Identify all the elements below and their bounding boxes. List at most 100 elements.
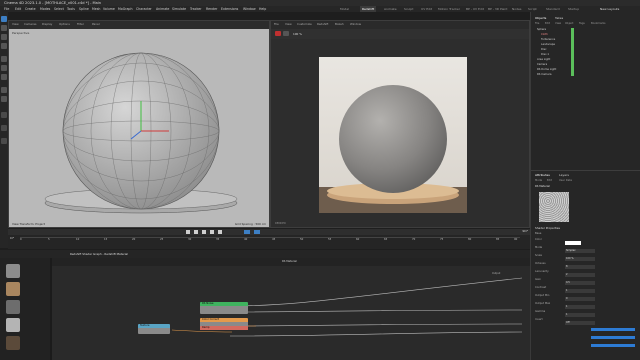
object-row[interactable]: Landscape bbox=[541, 43, 555, 46]
menu-item-simulate[interactable]: Simulate bbox=[172, 6, 186, 12]
objects-menu-view[interactable]: View bbox=[555, 22, 561, 25]
viewport-menu-panel[interactable]: Panel bbox=[92, 22, 100, 26]
move-tool-icon[interactable] bbox=[1, 16, 7, 22]
polygons-mode-icon[interactable] bbox=[1, 74, 7, 80]
attributes-menu-edit[interactable]: Edit bbox=[547, 179, 552, 182]
menu-item-volume[interactable]: Volume bbox=[103, 6, 115, 12]
next-frame-icon[interactable] bbox=[210, 230, 214, 234]
material-thumbnail[interactable] bbox=[6, 282, 20, 296]
attr-field[interactable]: 0.5 bbox=[565, 281, 595, 285]
menu-item-character[interactable]: Character bbox=[136, 6, 152, 12]
points-mode-icon[interactable] bbox=[1, 56, 7, 62]
material-thumbnail[interactable] bbox=[6, 264, 20, 278]
slider-bar[interactable] bbox=[591, 328, 635, 331]
menu-item-mesh[interactable]: Mesh bbox=[92, 6, 100, 12]
attr-field[interactable]: 100 % bbox=[565, 257, 595, 261]
prev-frame-icon[interactable] bbox=[194, 230, 198, 234]
node-graph-canvas[interactable]: RS Noise Color Correct Ramp Texture Outp… bbox=[52, 266, 530, 360]
menu-item-select[interactable]: Select bbox=[54, 6, 64, 12]
menu-item-create[interactable]: Create bbox=[25, 6, 36, 12]
material-thumbnail[interactable] bbox=[6, 318, 20, 332]
layout-tab-redshift[interactable]: Redshift bbox=[360, 6, 377, 12]
menu-item-render[interactable]: Render bbox=[206, 6, 217, 12]
attr-field[interactable]: Off bbox=[565, 321, 595, 325]
record-icon[interactable] bbox=[244, 230, 250, 234]
zoom-value[interactable]: 100 % bbox=[293, 32, 302, 36]
select-tool-icon[interactable] bbox=[1, 43, 7, 49]
viewport-menu-view[interactable]: View bbox=[12, 22, 19, 26]
layout-tab-nodes[interactable]: Nodes bbox=[512, 6, 521, 12]
menu-item-window[interactable]: Window bbox=[243, 6, 256, 12]
attr-field[interactable]: 8 bbox=[565, 265, 595, 269]
attr-field[interactable]: 1 bbox=[565, 305, 595, 309]
edges-mode-icon[interactable] bbox=[1, 65, 7, 71]
render-menu-view[interactable]: View bbox=[285, 22, 292, 26]
render-menu-redshift[interactable]: Redshift bbox=[317, 22, 328, 26]
viewport-menu-options[interactable]: Options bbox=[59, 22, 70, 26]
render-menu-bokeh[interactable]: Bokeh bbox=[335, 22, 344, 26]
stop-render-icon[interactable] bbox=[275, 31, 281, 36]
attr-field[interactable]: 1 bbox=[565, 313, 595, 317]
material-thumbnail[interactable] bbox=[6, 300, 20, 314]
viewport-menu-filter[interactable]: Filter bbox=[77, 22, 84, 26]
object-row[interactable]: RS Camera bbox=[537, 73, 551, 76]
output-node-label[interactable]: Output bbox=[492, 272, 500, 275]
tab-layers[interactable]: Layers bbox=[559, 173, 569, 177]
attributes-menu-mode[interactable]: Mode bbox=[535, 179, 542, 182]
attr-field[interactable]: 1 bbox=[565, 289, 595, 293]
current-frame[interactable]: 0 F bbox=[10, 237, 14, 240]
layout-tab-motion-tracker[interactable]: Motion Tracker bbox=[438, 6, 460, 12]
object-row[interactable]: RS Dome Light bbox=[537, 68, 556, 71]
snap-icon[interactable] bbox=[1, 112, 7, 118]
layout-tab-model[interactable]: Model bbox=[340, 6, 349, 12]
menu-item-spline[interactable]: Spline bbox=[79, 6, 89, 12]
visibility-dots[interactable] bbox=[571, 28, 574, 76]
menu-item-animate[interactable]: Animate bbox=[156, 6, 169, 12]
ramp-node[interactable]: Ramp bbox=[200, 326, 248, 332]
menu-item-tools[interactable]: Tools bbox=[67, 6, 75, 12]
rotate-tool-icon[interactable] bbox=[1, 34, 7, 40]
object-row[interactable]: Area Light bbox=[537, 58, 550, 61]
menu-item-help[interactable]: Help bbox=[259, 6, 266, 12]
color-swatch[interactable] bbox=[565, 241, 581, 245]
attr-field[interactable]: Simplex bbox=[565, 249, 595, 253]
objects-menu-object[interactable]: Object bbox=[565, 22, 573, 25]
object-row[interactable]: Disc.1 bbox=[541, 53, 549, 56]
texture-mode-icon[interactable] bbox=[1, 96, 7, 102]
timeline-ruler[interactable]: 0 5 10 15 20 25 30 35 40 45 50 55 60 65 … bbox=[20, 237, 520, 245]
slider-bar[interactable] bbox=[591, 336, 635, 339]
render-menu-file[interactable]: File bbox=[274, 22, 279, 26]
scale-tool-icon[interactable] bbox=[1, 25, 7, 31]
layout-tab-uv-edit[interactable]: UV Edit bbox=[421, 6, 432, 12]
model-mode-icon[interactable] bbox=[1, 87, 7, 93]
objects-menu-tags[interactable]: Tags bbox=[579, 22, 585, 25]
autokey-icon[interactable] bbox=[254, 230, 260, 234]
attr-field[interactable]: 0 bbox=[565, 297, 595, 301]
render-menu-customize[interactable]: Customize bbox=[297, 22, 312, 26]
object-row[interactable]: Cloth bbox=[541, 33, 548, 36]
go-start-icon[interactable] bbox=[186, 230, 190, 234]
material-thumbnail[interactable] bbox=[6, 336, 20, 350]
attr-field[interactable]: 2 bbox=[565, 273, 595, 277]
menu-item-edit[interactable]: Edit bbox=[15, 6, 21, 12]
object-row[interactable]: Camera bbox=[537, 63, 547, 66]
perspective-viewport[interactable]: View Cameras Display Options Filter Pane… bbox=[8, 20, 270, 228]
texture-node[interactable]: Texture bbox=[138, 324, 170, 334]
play-icon[interactable] bbox=[202, 230, 206, 234]
slider-bar[interactable] bbox=[591, 344, 635, 347]
start-render-icon[interactable] bbox=[283, 31, 289, 36]
tab-attributes[interactable]: Attributes bbox=[535, 173, 550, 177]
layout-tab-bp-uv[interactable]: BP - UV Edit bbox=[466, 6, 484, 12]
render-menu-window[interactable]: Window bbox=[350, 22, 361, 26]
timeline[interactable]: 0 5 10 15 20 25 30 35 40 45 50 55 60 65 … bbox=[8, 229, 530, 249]
objects-menu-bookmarks[interactable]: Bookmarks bbox=[591, 22, 606, 25]
objects-menu-edit[interactable]: Edit bbox=[545, 22, 550, 25]
render-view[interactable]: File View Customize Redshift Bokeh Windo… bbox=[270, 20, 530, 228]
workplane-icon[interactable] bbox=[1, 125, 7, 131]
layout-tab-sculpt[interactable]: Sculpt bbox=[404, 6, 413, 12]
object-row[interactable]: Sphere bbox=[537, 28, 546, 31]
viewport-menu-cameras[interactable]: Cameras bbox=[24, 22, 36, 26]
viewport-menu-display[interactable]: Display bbox=[42, 22, 52, 26]
object-row[interactable]: Turbulence bbox=[541, 38, 555, 41]
menu-item-tracker[interactable]: Tracker bbox=[190, 6, 202, 12]
